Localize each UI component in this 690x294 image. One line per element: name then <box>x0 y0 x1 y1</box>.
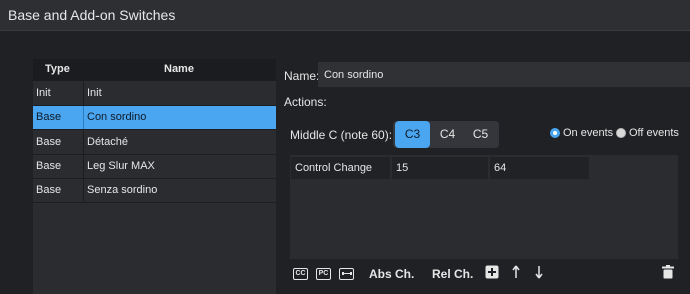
abs-ch-button[interactable]: Abs Ch. <box>369 267 414 281</box>
middle-c-option-c5[interactable]: C5 <box>463 121 498 148</box>
event-type-cell[interactable]: Control Change <box>291 157 390 179</box>
on-events-label[interactable]: On events <box>563 127 613 139</box>
table-row[interactable]: Init Init <box>33 82 276 106</box>
sysex-icon[interactable] <box>339 268 354 280</box>
move-down-icon[interactable] <box>534 265 544 282</box>
on-events-radio[interactable] <box>550 128 560 138</box>
trash-glyph <box>662 265 674 279</box>
window-title: Base and Add-on Switches <box>8 7 176 23</box>
row-type: Base <box>36 136 62 148</box>
rel-ch-button[interactable]: Rel Ch. <box>432 267 473 281</box>
row-name: Init <box>87 87 102 99</box>
cell-divider <box>83 131 84 154</box>
actions-toolbar: CC PC Abs Ch. Rel Ch. <box>290 262 690 294</box>
table-row[interactable]: Base Détaché <box>33 131 276 155</box>
name-input[interactable] <box>318 62 690 87</box>
row-name: Leg Slur MAX <box>87 160 155 172</box>
trash-icon[interactable] <box>662 265 674 282</box>
middle-c-option-c3[interactable]: C3 <box>395 121 430 148</box>
move-up-glyph <box>512 265 520 278</box>
off-events-label[interactable]: Off events <box>629 127 679 139</box>
switch-table: Type Name Init Init Base Con sordino Bas… <box>33 59 276 294</box>
row-type: Base <box>36 184 62 196</box>
table-row[interactable]: Base Leg Slur MAX <box>33 155 276 179</box>
column-header-name[interactable]: Name <box>164 63 194 75</box>
table-row[interactable]: Base Senza sordino <box>33 179 276 203</box>
row-name: Senza sordino <box>87 184 158 196</box>
column-header-type[interactable]: Type <box>45 63 70 75</box>
actions-label: Actions: <box>284 95 327 109</box>
row-type: Base <box>36 111 62 123</box>
middle-c-option-c4[interactable]: C4 <box>430 121 465 148</box>
event-value1-cell[interactable]: 15 <box>392 157 488 179</box>
row-type: Init <box>36 87 51 99</box>
events-table: Control Change 15 64 <box>290 155 678 259</box>
add-glyph <box>485 265 499 279</box>
row-name: Con sordino <box>87 111 147 123</box>
cell-divider <box>83 179 84 202</box>
table-header: Type Name <box>33 59 276 81</box>
row-name: Détaché <box>87 136 128 148</box>
middle-c-label: Middle C (note 60): <box>290 128 393 142</box>
add-icon[interactable] <box>485 265 499 282</box>
move-down-glyph <box>535 266 543 279</box>
row-type: Base <box>36 160 62 172</box>
event-value2-cell[interactable]: 64 <box>490 157 589 179</box>
move-up-icon[interactable] <box>511 265 521 282</box>
cell-divider <box>83 155 84 178</box>
name-label: Name: <box>284 69 320 83</box>
table-row-selected[interactable]: Base Con sordino <box>33 106 276 130</box>
sysex-glyph <box>341 272 352 275</box>
off-events-radio[interactable] <box>616 128 626 138</box>
title-bar: Base and Add-on Switches <box>0 0 690 31</box>
cc-icon[interactable]: CC <box>293 268 308 280</box>
cell-divider <box>83 106 84 129</box>
cell-divider <box>83 82 84 105</box>
middle-c-selector: C3 C4 C5 <box>393 121 499 148</box>
pc-icon[interactable]: PC <box>316 268 331 280</box>
